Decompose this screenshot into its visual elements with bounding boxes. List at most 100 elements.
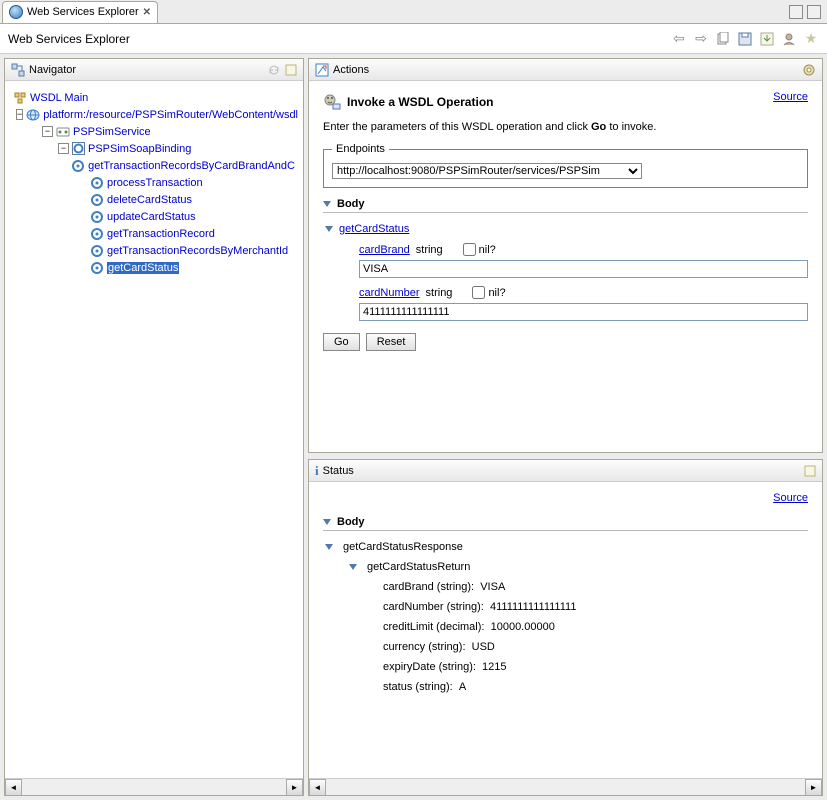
close-icon[interactable]: ✕ (143, 7, 151, 18)
field-input[interactable] (359, 260, 808, 278)
maximize-icon[interactable] (807, 5, 821, 19)
tree-label: updateCardStatus (107, 211, 196, 223)
response-field-value: 1215 (482, 661, 506, 673)
actions-icon (315, 63, 329, 77)
field-name-link[interactable]: cardBrand (359, 244, 410, 256)
scroll-left-icon[interactable]: ◄ (5, 779, 22, 796)
response-field-label: cardNumber (string): (383, 601, 484, 613)
response-field-value: VISA (480, 581, 505, 593)
tab-web-services-explorer[interactable]: Web Services Explorer ✕ (2, 1, 158, 23)
reset-button[interactable]: Reset (366, 333, 417, 351)
go-button[interactable]: Go (323, 333, 360, 351)
chevron-down-icon (323, 201, 331, 207)
response-field-value: 10000.00000 (491, 621, 555, 633)
tree-label: getTransactionRecord (107, 228, 215, 240)
nil-checkbox-label[interactable]: nil? (463, 243, 496, 256)
minimize-icon[interactable] (789, 5, 803, 19)
tree-label: WSDL Main (30, 92, 88, 104)
tree-operation[interactable]: getTransactionRecord (13, 225, 295, 242)
collapse-icon[interactable]: − (58, 143, 69, 154)
navigator-title: Navigator (29, 64, 263, 76)
field-block: cardNumberstringnil? (359, 286, 808, 321)
status-body-header[interactable]: Body (323, 516, 808, 531)
tree-binding[interactable]: − PSPSimSoapBinding (13, 140, 295, 157)
source-link[interactable]: Source (773, 91, 808, 103)
tree-service-node[interactable]: − platform:/resource/PSPSimRouter/WebCon… (13, 106, 295, 123)
tree-label: platform:/resource/PSPSimRouter/WebConte… (43, 109, 298, 121)
actions-panel: Actions Source Invoke a WSDL Operation E… (308, 58, 823, 453)
clear-icon[interactable] (285, 64, 297, 76)
field-type: string (416, 244, 443, 256)
star-icon[interactable]: ★ (803, 31, 819, 47)
field-name-link[interactable]: cardNumber (359, 287, 420, 299)
scroll-right-icon[interactable]: ► (286, 779, 303, 796)
invoke-heading: Invoke a WSDL Operation (347, 95, 493, 109)
chevron-down-icon (323, 519, 331, 525)
field-block: cardBrand string nil? (359, 243, 808, 278)
collapse-icon[interactable]: − (16, 109, 23, 120)
tree-operation[interactable]: processTransaction (13, 174, 295, 191)
response-field-label: cardBrand (string): (383, 581, 474, 593)
tree-label: PSPSimService (73, 126, 151, 138)
nil-checkbox[interactable] (463, 243, 476, 256)
response-field-label: expiryDate (string): (383, 661, 476, 673)
response-field: currency (string): USD (383, 641, 808, 653)
tree-service[interactable]: − PSPSimService (13, 123, 295, 140)
actions-tool-icon[interactable] (802, 63, 816, 77)
back-icon[interactable]: ⇦ (671, 31, 687, 47)
import-icon[interactable] (759, 31, 775, 47)
instructions: Enter the parameters of this WSDL operat… (323, 121, 808, 133)
collapse-icon[interactable]: − (42, 126, 53, 137)
nil-label: nil? (488, 287, 505, 299)
status-scrollbar[interactable]: ◄ ► (309, 778, 822, 795)
scroll-right-icon[interactable]: ► (805, 779, 822, 796)
nav-scrollbar[interactable]: ◄ ► (5, 778, 303, 795)
operation-icon (90, 227, 104, 241)
response-field-value: A (459, 681, 466, 693)
operation-icon (90, 193, 104, 207)
response-field: cardNumber (string): 4111111111111111 (383, 601, 808, 613)
scroll-left-icon[interactable]: ◄ (309, 779, 326, 796)
tree-operation[interactable]: deleteCardStatus (13, 191, 295, 208)
forward-icon[interactable]: ⇨ (693, 31, 709, 47)
navigator-icon (11, 63, 25, 77)
endpoints-fieldset: Endpoints http://localhost:9080/PSPSimRo… (323, 143, 808, 188)
operation-name[interactable]: getCardStatus (339, 223, 409, 235)
response-name: getCardStatusResponse (343, 541, 463, 553)
response-field: status (string): A (383, 681, 808, 693)
operation-icon (71, 159, 85, 173)
response-field-value: 4111111111111111 (490, 601, 576, 613)
globe-icon (9, 5, 23, 19)
tree-label: getTransactionRecordsByCardBrandAndC (88, 160, 295, 172)
status-body-label: Body (337, 516, 365, 528)
tree-label: getTransactionRecordsByMerchantId (107, 245, 288, 257)
wsdl-file-icon (26, 108, 40, 122)
wsdl-main-icon (13, 91, 27, 105)
copy-icon[interactable] (715, 31, 731, 47)
nil-checkbox[interactable] (472, 286, 485, 299)
sync-icon[interactable] (267, 63, 281, 77)
tree-root[interactable]: WSDL Main (13, 89, 295, 106)
user-icon[interactable] (781, 31, 797, 47)
response-field-value: USD (472, 641, 495, 653)
tree-operation[interactable]: getTransactionRecordsByCardBrandAndC (13, 157, 295, 174)
status-source-link[interactable]: Source (773, 492, 808, 504)
navigator-panel: Navigator WSDL Main − (4, 58, 304, 796)
field-input[interactable] (359, 303, 808, 321)
toolbar: Web Services Explorer ⇦ ⇨ ★ (0, 24, 827, 54)
response-field-label: currency (string): (383, 641, 466, 653)
response-field: expiryDate (string): 1215 (383, 661, 808, 673)
status-clear-icon[interactable] (804, 465, 816, 477)
response-field: cardBrand (string): VISA (383, 581, 808, 593)
body-header[interactable]: Body (323, 198, 808, 213)
nil-checkbox-label[interactable]: nil? (472, 286, 505, 299)
endpoint-select[interactable]: http://localhost:9080/PSPSimRouter/servi… (332, 163, 642, 179)
actions-title: Actions (333, 64, 798, 76)
tree-operation[interactable]: updateCardStatus (13, 208, 295, 225)
body-label: Body (337, 198, 365, 210)
tree-operation[interactable]: getTransactionRecordsByMerchantId (13, 242, 295, 259)
tab-label: Web Services Explorer (27, 6, 139, 18)
tree-label: deleteCardStatus (107, 194, 192, 206)
save-icon[interactable] (737, 31, 753, 47)
tree-operation[interactable]: getCardStatus (13, 259, 295, 276)
